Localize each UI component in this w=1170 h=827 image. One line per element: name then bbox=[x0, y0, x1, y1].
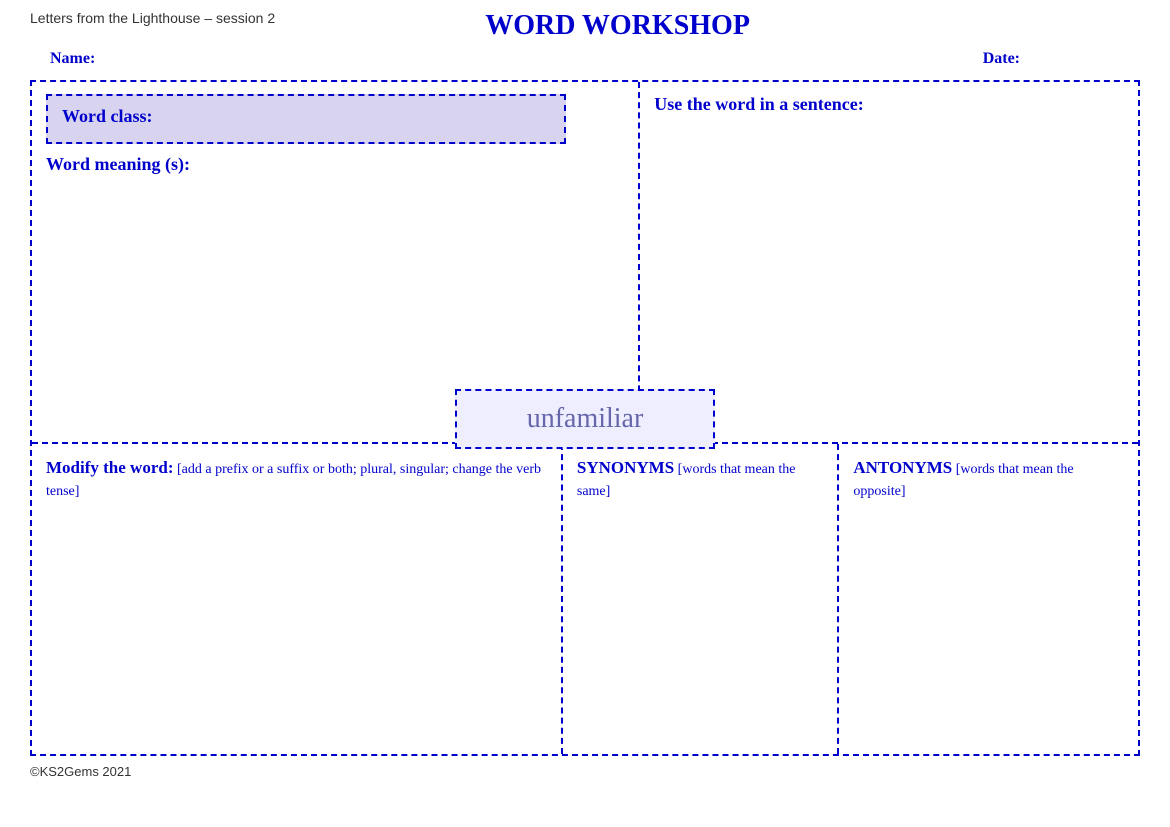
modify-label: Modify the word: [add a prefix or a suff… bbox=[46, 456, 547, 503]
antonyms-col: ANTONYMS [words that mean the opposite] bbox=[839, 444, 1138, 754]
copyright-label: ©KS2Gems 2021 bbox=[30, 764, 131, 779]
synonyms-bold: SYNONYMS bbox=[577, 458, 674, 477]
word-class-box[interactable]: Word class: bbox=[46, 94, 566, 144]
bottom-section: Modify the word: [add a prefix or a suff… bbox=[32, 444, 1138, 754]
word-meaning-label: Word meaning (s): bbox=[46, 154, 624, 175]
page-title: WORD WORKSHOP bbox=[275, 10, 960, 42]
left-panel: Word class: Word meaning (s): bbox=[32, 82, 640, 442]
main-container: Word class: Word meaning (s): Use the wo… bbox=[30, 80, 1140, 756]
modify-col: Modify the word: [add a prefix or a suff… bbox=[32, 444, 563, 754]
modify-bold: Modify the word: bbox=[46, 458, 173, 477]
right-panel: Use the word in a sentence: bbox=[640, 82, 1138, 442]
use-sentence-label: Use the word in a sentence: bbox=[654, 94, 1124, 115]
antonyms-label: ANTONYMS [words that mean the opposite] bbox=[853, 456, 1124, 503]
session-label: Letters from the Lighthouse – session 2 bbox=[30, 10, 275, 26]
date-label: Date: bbox=[983, 50, 1020, 68]
name-label: Name: bbox=[50, 50, 95, 68]
antonyms-bold: ANTONYMS bbox=[853, 458, 952, 477]
center-word-text: unfamiliar bbox=[527, 403, 644, 434]
synonyms-label: SYNONYMS [words that mean the same] bbox=[577, 456, 824, 503]
synonyms-col: SYNONYMS [words that mean the same] bbox=[563, 444, 840, 754]
center-word-box: unfamiliar bbox=[455, 389, 715, 449]
word-class-label: Word class: bbox=[62, 106, 153, 126]
